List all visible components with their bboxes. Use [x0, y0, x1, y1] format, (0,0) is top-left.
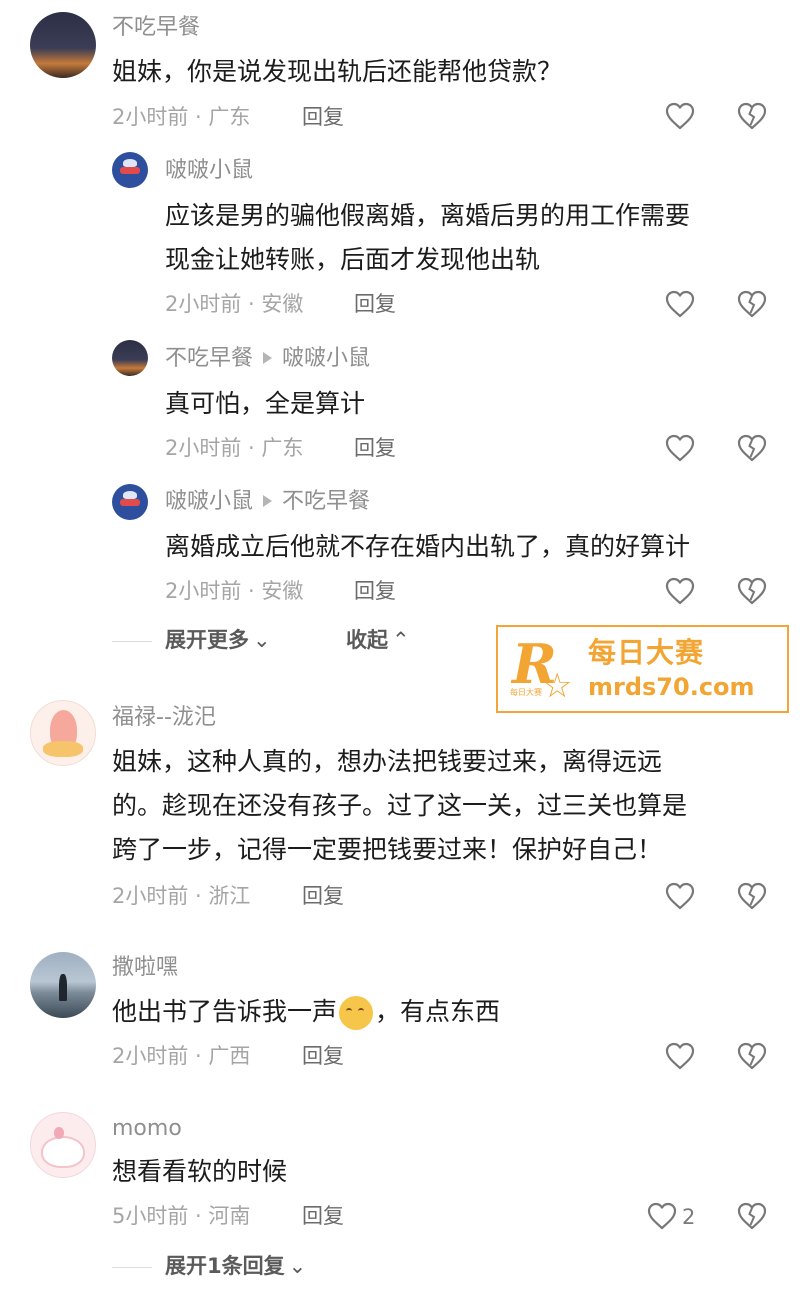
- smirk-emoji-icon: [339, 996, 374, 1030]
- heart-outline-icon[interactable]: [664, 1041, 696, 1071]
- comment-text-part: ，有点东西: [375, 997, 501, 1026]
- comment-text-line: 姐妹，这种人真的，想办法把钱要过来，离得远远: [112, 747, 663, 776]
- comment-username[interactable]: 撒啦嘿: [112, 957, 178, 979]
- reply-text: 离婚成立后他就不存在婚内出轨了，真的好算计: [165, 525, 690, 569]
- comment-text-line: 跨了一步，记得一定要把钱要过来！保护好自己！: [112, 835, 663, 864]
- heart-outline-icon[interactable]: [664, 881, 696, 911]
- reply-username: 啵啵小鼠 不吃早餐: [165, 491, 370, 513]
- reply-text-line: 应该是男的骗他假离婚，离婚后男的用工作需要: [165, 201, 691, 230]
- watermark-name: 每日大赛: [588, 636, 705, 669]
- reply-button[interactable]: 回复: [302, 1206, 344, 1227]
- watermark-url: mrds70.com: [588, 673, 755, 701]
- reply-text: 真可怕，全是算计: [165, 382, 365, 426]
- heart-outline-icon[interactable]: [646, 1201, 678, 1231]
- reply-to-arrow-icon: [263, 352, 273, 364]
- comment-text: 姐妹，这种人真的，想办法把钱要过来，离得远远 的。趁现在还没有孩子。过了这一关，…: [112, 740, 687, 872]
- broken-heart-icon[interactable]: [736, 101, 768, 131]
- chevron-down-icon: ⌄: [288, 1254, 307, 1278]
- reply-to-arrow-icon: [263, 495, 273, 507]
- comment-username[interactable]: 福禄--泷汜: [112, 707, 216, 729]
- avatar[interactable]: [30, 1112, 96, 1178]
- reply-username[interactable]: 啵啵小鼠: [165, 160, 253, 182]
- comment-username[interactable]: 不吃早餐: [112, 17, 200, 39]
- avatar[interactable]: [30, 700, 96, 766]
- reply-button[interactable]: 回复: [354, 294, 396, 315]
- reply-button[interactable]: 回复: [302, 1046, 344, 1067]
- reply-button[interactable]: 回复: [354, 581, 396, 602]
- reply-target[interactable]: 不吃早餐: [282, 489, 370, 514]
- reply-button[interactable]: 回复: [302, 107, 344, 128]
- reply-meta: 2小时前 · 广东: [165, 436, 304, 460]
- reply-text-line: 离婚成立后他就不存在婚内出轨了，真的好算计: [165, 532, 691, 561]
- broken-heart-icon[interactable]: [736, 289, 768, 319]
- expand-replies-label: 展开1条回复: [165, 1254, 285, 1278]
- divider: [112, 641, 152, 642]
- comment-username[interactable]: momo: [112, 1118, 182, 1140]
- chevron-down-icon: ⌄: [253, 628, 271, 652]
- expand-more-label: 展开更多: [165, 628, 249, 652]
- reply-author[interactable]: 不吃早餐: [165, 346, 253, 371]
- comment-text-line: 的。趁现在还没有孩子。过了这一关，过三关也算是: [112, 791, 688, 820]
- heart-outline-icon[interactable]: [664, 289, 696, 319]
- collapse-label: 收起: [346, 628, 388, 652]
- broken-heart-icon[interactable]: [736, 1201, 768, 1231]
- comment-meta: 2小时前 · 浙江: [112, 884, 251, 908]
- watermark-small-text: 每日大赛: [510, 688, 542, 697]
- avatar[interactable]: [30, 952, 96, 1018]
- comment-text-line: 姐妹，你是说发现出轨后还能帮他贷款？: [112, 57, 563, 86]
- like-count: 2: [682, 1205, 696, 1229]
- chevron-up-icon: ⌃: [392, 628, 410, 652]
- heart-outline-icon[interactable]: [664, 576, 696, 606]
- reply-author[interactable]: 啵啵小鼠: [165, 489, 253, 514]
- broken-heart-icon[interactable]: [736, 576, 768, 606]
- avatar[interactable]: [112, 484, 148, 520]
- comment-text: 他出书了告诉我一声 ，有点东西: [112, 990, 500, 1034]
- broken-heart-icon[interactable]: [736, 1041, 768, 1071]
- reply-meta: 2小时前 · 安徽: [165, 292, 304, 316]
- collapse-button[interactable]: 收起 ⌃: [346, 630, 410, 651]
- heart-outline-icon[interactable]: [664, 101, 696, 131]
- reply-meta: 2小时前 · 安徽: [165, 579, 304, 603]
- avatar[interactable]: [112, 340, 148, 376]
- broken-heart-icon[interactable]: [736, 433, 768, 463]
- comment-meta: 2小时前 · 广西: [112, 1044, 251, 1068]
- reply-button[interactable]: 回复: [302, 886, 344, 907]
- expand-replies-button[interactable]: 展开1条回复 ⌄: [165, 1256, 306, 1277]
- reply-username: 不吃早餐 啵啵小鼠: [165, 348, 370, 370]
- avatar[interactable]: [30, 12, 96, 78]
- comment-text-part: 他出书了告诉我一声: [112, 997, 338, 1026]
- reply-text-line: 现金让她转账，后面才发现他出轨: [165, 245, 541, 274]
- heart-outline-icon[interactable]: [664, 433, 696, 463]
- reply-text: 应该是男的骗他假离婚，离婚后男的用工作需要 现金让她转账，后面才发现他出轨: [165, 194, 690, 282]
- comment-text: 想看看软的时候: [112, 1150, 287, 1194]
- broken-heart-icon[interactable]: [736, 881, 768, 911]
- reply-button[interactable]: 回复: [354, 438, 396, 459]
- comment-text: 姐妹，你是说发现出轨后还能帮他贷款？: [112, 50, 562, 94]
- reply-target[interactable]: 啵啵小鼠: [282, 346, 370, 371]
- star-icon: ☆: [542, 666, 573, 706]
- reply-text-line: 真可怕，全是算计: [165, 389, 366, 418]
- expand-more-button[interactable]: 展开更多 ⌄: [165, 630, 271, 651]
- divider: [112, 1267, 152, 1268]
- watermark: R ☆ 每日大赛 每日大赛 mrds70.com: [496, 625, 789, 713]
- comment-meta: 5小时前 · 河南: [112, 1204, 251, 1228]
- avatar[interactable]: [112, 152, 148, 188]
- comment-text-line: 想看看软的时候: [112, 1157, 288, 1186]
- comment-meta: 2小时前 · 广东: [112, 105, 251, 129]
